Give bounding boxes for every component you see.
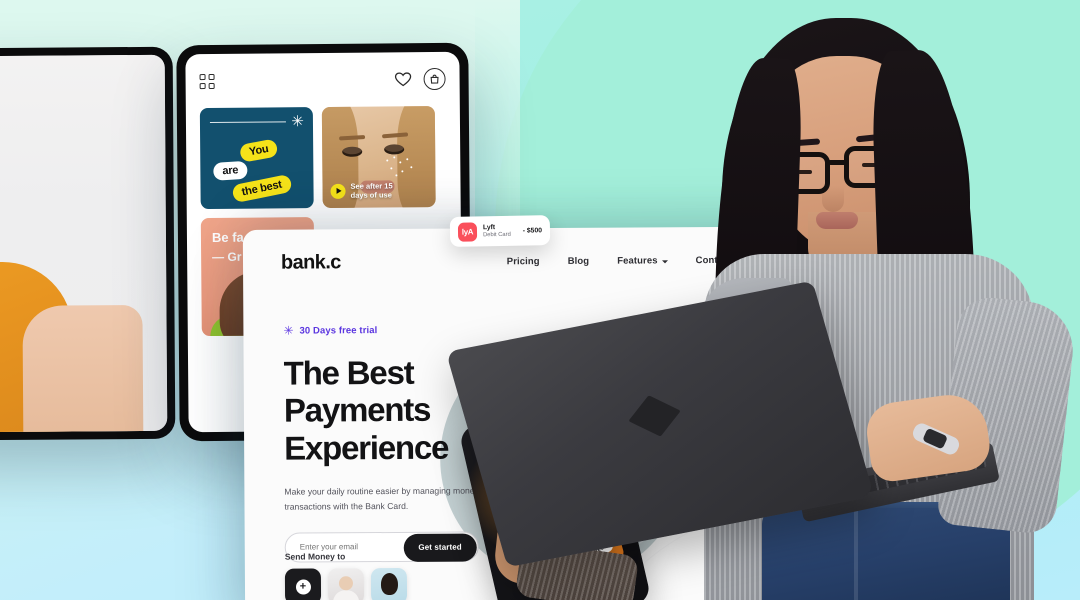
avatar[interactable] (327, 568, 365, 600)
quote-card-rule (209, 121, 286, 124)
face-brow-left (338, 134, 366, 141)
bank-logo[interactable]: bank.c (281, 251, 341, 274)
transaction-details: Lyft Debit Card (483, 222, 511, 239)
quote-card[interactable]: ✳ You are the best (199, 107, 314, 210)
bag-icon (430, 74, 439, 84)
face-card-caption: See after 15 days of use (350, 181, 393, 200)
left-screen: ay welcome o best skin Explore now (0, 54, 168, 434)
lyft-logo-icon: lyA (457, 221, 478, 242)
photo-woman-with-laptop: + 5.47 Weekly limit 11,018 Cards earned … (445, 0, 1080, 600)
person-lips (816, 212, 858, 229)
nav-item-blog-label: Blog (567, 255, 590, 267)
laptop-logo (628, 395, 681, 437)
plus-icon: + (295, 578, 311, 595)
beauty-app-toolbar-right (394, 67, 446, 91)
nav-item-pricing[interactable]: Pricing (507, 256, 540, 267)
headline-line-3: Experience (284, 428, 449, 467)
beauty-app-toolbar (199, 67, 446, 92)
quote-tag-you: You (238, 138, 279, 163)
transaction-merchant: Lyft (482, 223, 496, 231)
free-trial-label: 30 Days free trial (299, 324, 378, 337)
screenshot-stage: ay welcome o best skin Explore now (0, 0, 1080, 600)
bag-icon-button[interactable] (423, 67, 446, 91)
left-screen-headline: ay welcome o best skin (0, 271, 45, 338)
face-result-card[interactable]: See after 15 days of use (321, 106, 436, 209)
face-eye-left (342, 146, 363, 157)
transaction-method: Debit Card (483, 231, 511, 238)
grid-icon[interactable] (199, 73, 215, 89)
heart-icon[interactable] (394, 71, 412, 87)
add-contact-button[interactable]: + (284, 568, 322, 600)
send-money-label: Send Money to (284, 551, 346, 562)
quote-tag-are: are (212, 160, 248, 181)
send-money-section: Send Money to + (284, 551, 408, 600)
contact-avatar-list: + (284, 567, 408, 600)
avatar[interactable] (370, 567, 408, 600)
play-icon[interactable] (330, 183, 346, 199)
sparkle-icon: ✳ (291, 113, 305, 131)
device-left-tablet: ay welcome o best skin Explore now (0, 46, 176, 442)
transaction-amount: - $500 (522, 226, 543, 235)
sparkle-icon: ✳ (283, 323, 294, 338)
face-glitter (384, 156, 418, 178)
nav-item-blog[interactable]: Blog (568, 256, 590, 267)
nav-item-pricing-label: Pricing (506, 256, 540, 268)
peach-card-subtitle: — Gr (212, 249, 242, 264)
peach-card-title: Be fa (211, 229, 244, 245)
headline-line-2: Payments (283, 391, 431, 429)
glasses-bridge (828, 160, 848, 165)
get-started-button[interactable]: Get started (403, 533, 477, 562)
transaction-toast[interactable]: lyA Lyft Debit Card - $500 (449, 215, 551, 247)
face-card-play-row[interactable]: See after 15 days of use (330, 181, 393, 200)
headline-line-1: The Best (283, 353, 414, 392)
beauty-app-card-row: ✳ You are the best See after 15 days of … (199, 106, 447, 210)
photo-woman-orange-shirt (0, 54, 168, 434)
